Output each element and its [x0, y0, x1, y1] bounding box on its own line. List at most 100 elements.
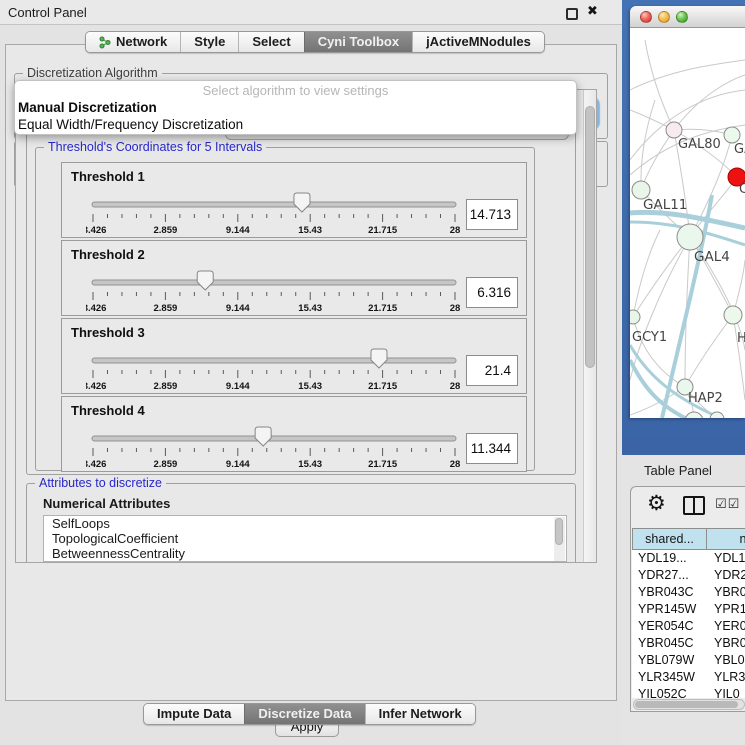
vertical-scrollbar[interactable]	[583, 90, 596, 562]
float-window-icon[interactable]	[566, 8, 578, 20]
table-row[interactable]: YER054CYER0	[632, 618, 745, 635]
network-node[interactable]	[724, 306, 742, 324]
threshold-4-slider[interactable]: -3.4262.8599.14415.4321.71528	[86, 424, 486, 470]
slider-thumb[interactable]	[197, 271, 213, 290]
numerical-attributes-label: Numerical Attributes	[43, 496, 170, 511]
network-node-label: H	[737, 331, 745, 346]
cell-name[interactable]: YLR3	[707, 669, 745, 686]
table-row[interactable]: YDL19...YDL1	[632, 550, 745, 567]
column-header-name[interactable]: na	[707, 528, 745, 550]
tab-discretize-data[interactable]: Discretize Data	[244, 704, 364, 724]
network-node[interactable]	[677, 224, 703, 250]
cell-name[interactable]: YPR1	[707, 601, 745, 618]
cell-shared-name[interactable]: YBR045C	[632, 635, 707, 652]
column-header-shared[interactable]: shared...	[632, 528, 707, 550]
close-traffic-light-icon[interactable]	[640, 11, 652, 23]
list-item[interactable]: SelfLoops	[44, 516, 566, 531]
tab-network[interactable]: Network	[86, 32, 180, 52]
slider-tick-label: 21.715	[368, 459, 398, 470]
cell-shared-name[interactable]: YER054C	[632, 618, 707, 635]
slider-thumb[interactable]	[371, 349, 387, 368]
network-node[interactable]	[630, 310, 640, 324]
scrollbar-thumb[interactable]	[635, 701, 738, 708]
tab-infer-network[interactable]: Infer Network	[365, 704, 475, 724]
cell-shared-name[interactable]: YIL052C	[632, 686, 707, 698]
scrollbar-thumb[interactable]	[555, 518, 563, 545]
network-window-titlebar[interactable]	[630, 6, 745, 28]
slider-tick-label: -3.426	[86, 225, 106, 236]
cell-name[interactable]: YDR2	[707, 567, 745, 584]
list-item[interactable]: BetweennessCentrality	[44, 546, 566, 561]
threshold-2-value-field[interactable]: 6.316	[466, 277, 518, 308]
threshold-3-slider[interactable]: -3.4262.8599.14415.4321.71528	[86, 346, 486, 392]
tab-select[interactable]: Select	[238, 32, 303, 52]
slider-track[interactable]	[92, 202, 456, 207]
cell-name[interactable]: YBR0	[707, 584, 745, 601]
threshold-2-slider[interactable]: -3.4262.8599.14415.4321.71528	[86, 268, 486, 314]
network-node[interactable]	[666, 122, 682, 138]
threshold-3-value-field[interactable]: 21.4	[466, 355, 518, 386]
settings-gear-icon[interactable]: ⚙	[647, 491, 666, 515]
table-row[interactable]: YLR345WYLR3	[632, 669, 745, 686]
tab-label: Style	[194, 32, 225, 52]
cell-shared-name[interactable]: YLR345W	[632, 669, 707, 686]
network-node[interactable]	[685, 412, 703, 418]
slider-tick-label: 21.715	[368, 381, 398, 392]
slider-track[interactable]	[92, 280, 456, 285]
cell-shared-name[interactable]: YBR043C	[632, 584, 707, 601]
table-row[interactable]: YBL079WYBL0	[632, 652, 745, 669]
table-row[interactable]: YBR043CYBR0	[632, 584, 745, 601]
slider-track[interactable]	[92, 358, 456, 363]
slider-thumb[interactable]	[255, 427, 271, 446]
interval-definition-group: Interval Definition Number of Intervals …	[26, 100, 576, 475]
slider-track[interactable]	[92, 436, 456, 441]
dropdown-option-manual-discretization[interactable]: Manual Discretization	[15, 99, 576, 116]
threshold-4-value-field[interactable]: 11.344	[466, 433, 518, 464]
slider-tick-label: 9.144	[226, 303, 250, 314]
network-edge	[645, 40, 674, 130]
cyni-toolbox-panel: Discretization Algorithm Table Data galF…	[5, 44, 617, 701]
tab-jactivemnodules[interactable]: jActiveMNodules	[412, 32, 544, 52]
threshold-1-value-field[interactable]: 14.713	[466, 199, 518, 230]
close-icon[interactable]: ✖	[587, 4, 598, 19]
table-panel-title: Table Panel	[644, 463, 712, 478]
cell-name[interactable]: YIL0	[707, 686, 740, 698]
network-window[interactable]: GAL80GACGAL11GAL4GCY1HHAP2	[630, 6, 745, 418]
column-visibility-checkboxes-icon[interactable]: ☑☑	[715, 497, 740, 512]
table-row[interactable]: YPR145WYPR1	[632, 601, 745, 618]
cell-name[interactable]: YBR0	[707, 635, 745, 652]
slider-tick-label: 28	[450, 225, 461, 236]
tab-label: Select	[252, 32, 290, 52]
zoom-traffic-light-icon[interactable]	[676, 11, 688, 23]
slider-tick-label: 9.144	[226, 381, 250, 392]
list-item[interactable]: TopologicalCoefficient	[44, 531, 566, 546]
horizontal-scrollbar[interactable]	[633, 699, 745, 710]
threshold-1-slider[interactable]: -3.4262.8599.14415.4321.71528	[86, 190, 486, 236]
tab-cyni-toolbox[interactable]: Cyni Toolbox	[304, 32, 412, 52]
cell-name[interactable]: YBL0	[707, 652, 745, 669]
network-view-canvas[interactable]: GAL80GACGAL11GAL4GCY1HHAP2	[630, 28, 745, 418]
cell-shared-name[interactable]: YBL079W	[632, 652, 707, 669]
numerical-attributes-list[interactable]: SelfLoops TopologicalCoefficient Between…	[43, 515, 567, 562]
tab-impute-data[interactable]: Impute Data	[144, 704, 244, 724]
tab-label: Infer Network	[379, 704, 462, 724]
table-row[interactable]: YBR045CYBR0	[632, 635, 745, 652]
list-scrollbar[interactable]	[554, 517, 565, 562]
table-row[interactable]: YDR27...YDR2	[632, 567, 745, 584]
cell-shared-name[interactable]: YDR27...	[632, 567, 707, 584]
split-columns-icon[interactable]	[683, 496, 705, 515]
network-graph: GAL80GACGAL11GAL4GCY1HHAP2	[630, 28, 745, 418]
network-edge	[674, 75, 745, 130]
minimize-traffic-light-icon[interactable]	[658, 11, 670, 23]
network-node[interactable]	[724, 127, 740, 143]
tab-style[interactable]: Style	[180, 32, 238, 52]
table-row[interactable]: YIL052CYIL0	[632, 686, 745, 698]
cell-shared-name[interactable]: YDL19...	[632, 550, 707, 567]
slider-thumb[interactable]	[294, 193, 310, 212]
control-panel-titlebar: Control Panel ✖	[0, 0, 622, 25]
dropdown-option-equal-width-frequency[interactable]: Equal Width/Frequency Discretization	[15, 116, 576, 133]
cell-name[interactable]: YDL1	[707, 550, 745, 567]
scrollbar-thumb[interactable]	[585, 106, 595, 368]
cell-shared-name[interactable]: YPR145W	[632, 601, 707, 618]
cell-name[interactable]: YER0	[707, 618, 745, 635]
